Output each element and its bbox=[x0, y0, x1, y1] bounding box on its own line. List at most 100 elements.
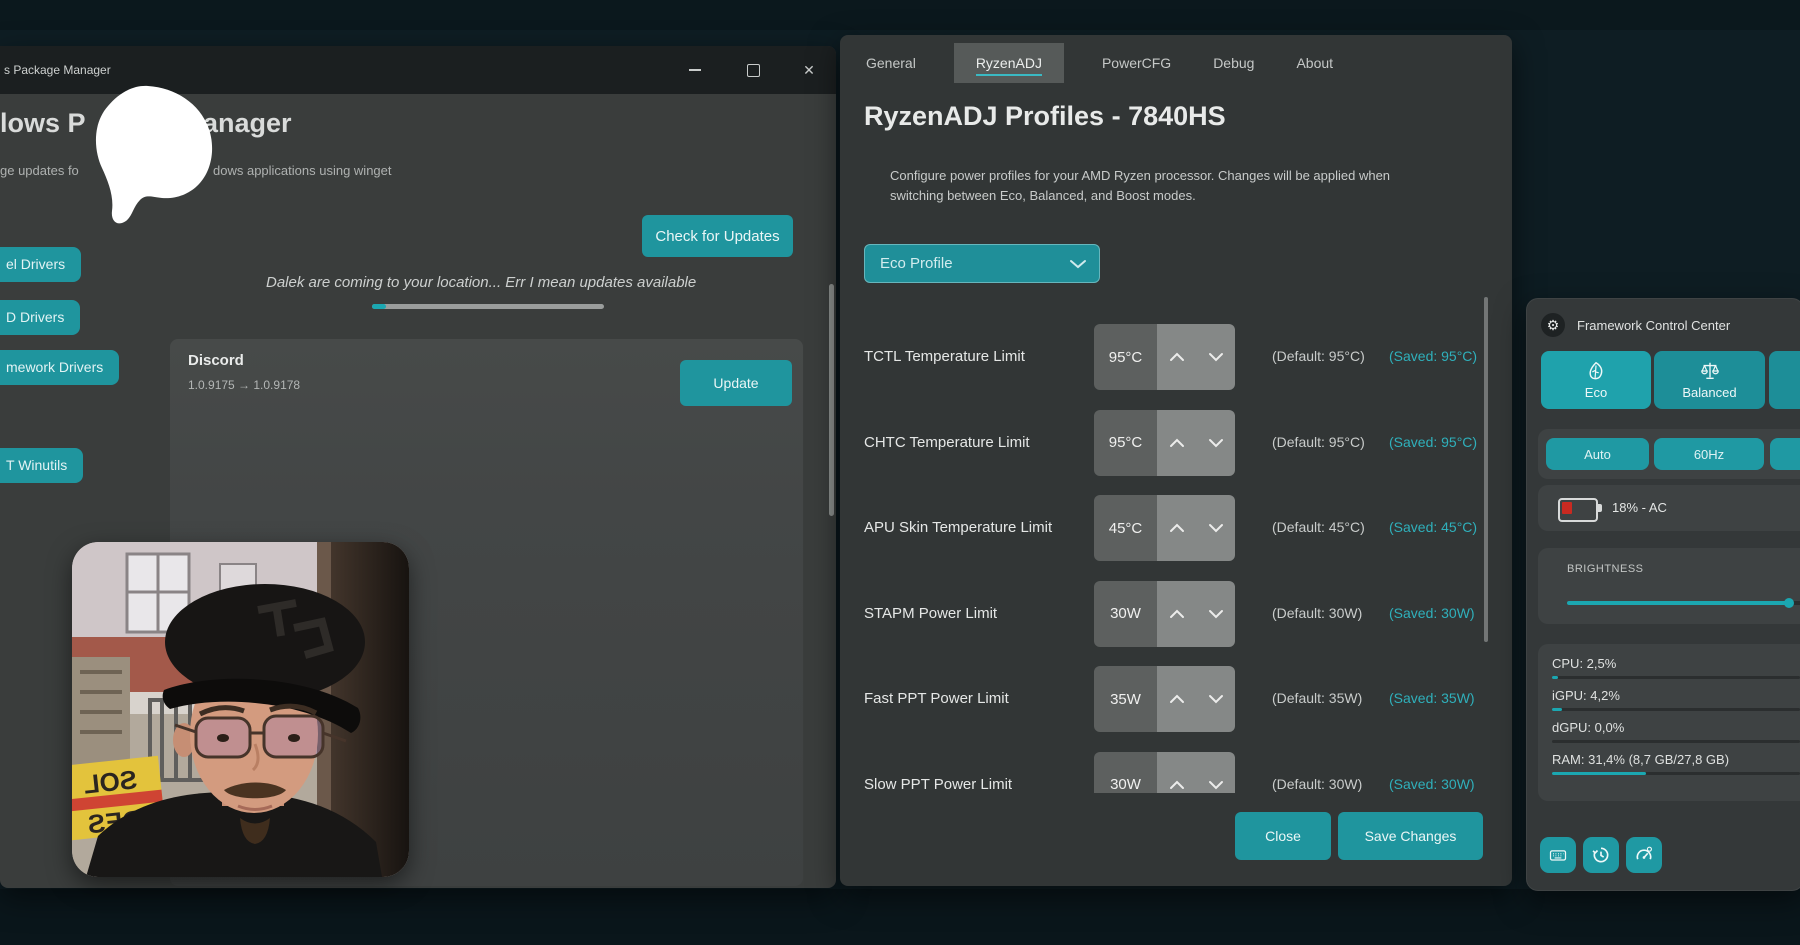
check-for-updates-button[interactable]: Check for Updates bbox=[642, 215, 793, 257]
settings-window: General RyzenADJ PowerCFG Debug About Ry… bbox=[840, 35, 1512, 886]
system-stat-label: iGPU: 4,2% bbox=[1552, 688, 1800, 703]
setting-saved-value: (Saved: 30W) bbox=[1389, 742, 1475, 794]
battery-status-text: 18% - AC bbox=[1612, 485, 1667, 531]
system-stat-label: RAM: 31,4% (8,7 GB/27,8 GB) bbox=[1552, 752, 1800, 767]
settings-tab[interactable]: RyzenADJ bbox=[954, 43, 1064, 83]
settings-scrollbar[interactable] bbox=[1484, 297, 1488, 642]
balanced-label: Balanced bbox=[1682, 385, 1736, 400]
setting-row: Slow PPT Power Limit 30W (Default: 30W) … bbox=[840, 742, 1490, 794]
brightness-slider[interactable] bbox=[1567, 601, 1800, 605]
package-version-change: 1.0.9175 → 1.0.9178 bbox=[188, 378, 300, 392]
chevron-up-icon bbox=[1169, 523, 1185, 533]
spinner-increase-button[interactable] bbox=[1157, 581, 1196, 647]
spinner-decrease-button[interactable] bbox=[1196, 410, 1235, 476]
settings-rows-viewport: TCTL Temperature Limit 95°C (Default: 95… bbox=[840, 314, 1490, 793]
keyboard-icon bbox=[1548, 845, 1568, 865]
value-spinner: 95°C bbox=[1094, 324, 1235, 390]
brightness-fill bbox=[1567, 601, 1789, 605]
settings-title: RyzenADJ Profiles - 7840HS bbox=[864, 101, 1226, 132]
system-stat-row: iGPU: 4,2% bbox=[1552, 688, 1800, 711]
brightness-slider-handle[interactable] bbox=[1784, 598, 1794, 608]
spinner-value: 45°C bbox=[1094, 495, 1157, 561]
update-package-button[interactable]: Update bbox=[680, 360, 792, 406]
settings-tab-label: RyzenADJ bbox=[976, 55, 1042, 76]
setting-saved-value: (Saved: 30W) bbox=[1389, 571, 1475, 657]
keyboard-settings-button[interactable] bbox=[1540, 837, 1576, 873]
value-spinner: 30W bbox=[1094, 752, 1235, 794]
close-window-button[interactable]: ✕ bbox=[792, 46, 826, 94]
setting-label: Fast PPT Power Limit bbox=[864, 656, 1009, 742]
settings-tab-label: About bbox=[1296, 55, 1333, 71]
spinner-decrease-button[interactable] bbox=[1196, 581, 1235, 647]
spinner-decrease-button[interactable] bbox=[1196, 666, 1235, 732]
side-nav-button[interactable]: el Drivers bbox=[0, 247, 81, 282]
setting-saved-value: (Saved: 95°C) bbox=[1389, 314, 1477, 400]
eco-label: Eco bbox=[1585, 385, 1607, 400]
settings-description: Configure power profiles for your AMD Ry… bbox=[890, 166, 1435, 206]
setting-row: CHTC Temperature Limit 95°C (Default: 95… bbox=[840, 400, 1490, 486]
profile-dropdown[interactable]: Eco Profile bbox=[864, 244, 1100, 283]
system-stat-fill bbox=[1552, 676, 1558, 679]
fcc-title: Framework Control Center bbox=[1577, 318, 1730, 333]
boost-mode-button-cutoff[interactable] bbox=[1769, 351, 1800, 409]
spinner-increase-button[interactable] bbox=[1157, 324, 1196, 390]
setting-label: STAPM Power Limit bbox=[864, 571, 997, 657]
chevron-up-icon bbox=[1169, 352, 1185, 362]
setting-saved-value: (Saved: 95°C) bbox=[1389, 400, 1477, 486]
settings-tab[interactable]: About bbox=[1292, 43, 1337, 83]
spinner-decrease-button[interactable] bbox=[1196, 324, 1235, 390]
desktop-bottom-band bbox=[0, 889, 1800, 945]
chevron-up-icon bbox=[1169, 438, 1185, 448]
leaf-icon bbox=[1585, 360, 1607, 382]
setting-label: CHTC Temperature Limit bbox=[864, 400, 1030, 486]
side-nav-button[interactable]: T Winutils bbox=[0, 448, 83, 483]
balanced-mode-button[interactable]: Balanced bbox=[1654, 351, 1765, 409]
settings-tab[interactable]: Debug bbox=[1209, 43, 1258, 83]
setting-row: TCTL Temperature Limit 95°C (Default: 95… bbox=[840, 314, 1490, 400]
spinner-value: 30W bbox=[1094, 752, 1157, 794]
close-button[interactable]: Close bbox=[1235, 812, 1331, 860]
save-changes-button[interactable]: Save Changes bbox=[1338, 812, 1483, 860]
settings-tab-label: Debug bbox=[1213, 55, 1254, 71]
value-spinner: 95°C bbox=[1094, 410, 1235, 476]
spinner-increase-button[interactable] bbox=[1157, 410, 1196, 476]
refresh-auto-button[interactable]: Auto bbox=[1546, 438, 1649, 470]
page-subtitle-right-part: dows applications using winget bbox=[213, 163, 392, 178]
setting-label: Slow PPT Power Limit bbox=[864, 742, 1012, 794]
spinner-increase-button[interactable] bbox=[1157, 495, 1196, 561]
system-stat-bar bbox=[1552, 708, 1800, 711]
page-title-left-part: lows P bbox=[0, 108, 86, 139]
side-nav-button[interactable]: D Drivers bbox=[0, 300, 80, 335]
side-nav-button[interactable]: mework Drivers bbox=[0, 350, 119, 385]
refresh-third-button-cutoff[interactable] bbox=[1770, 438, 1800, 470]
setting-default-value: (Default: 30W) bbox=[1272, 742, 1362, 794]
white-blob-sticker bbox=[78, 84, 218, 224]
svg-text:SOL: SOL bbox=[82, 764, 138, 799]
settings-tab-label: PowerCFG bbox=[1102, 55, 1171, 71]
refresh-60hz-button[interactable]: 60Hz bbox=[1654, 438, 1764, 470]
desktop-top-band bbox=[0, 0, 1800, 30]
settings-tab[interactable]: PowerCFG bbox=[1098, 43, 1175, 83]
value-spinner: 35W bbox=[1094, 666, 1235, 732]
spinner-decrease-button[interactable] bbox=[1196, 495, 1235, 561]
maximize-button[interactable] bbox=[736, 46, 770, 94]
spinner-value: 95°C bbox=[1094, 324, 1157, 390]
system-stat-label: CPU: 2,5% bbox=[1552, 656, 1800, 671]
spinner-increase-button[interactable] bbox=[1157, 666, 1196, 732]
side-nav-button-label: el Drivers bbox=[6, 256, 65, 272]
side-nav-button-label: T Winutils bbox=[6, 457, 67, 473]
scales-icon bbox=[1698, 360, 1722, 382]
webcam-overlay-photo: SOL DES bbox=[72, 542, 409, 877]
minimize-button[interactable] bbox=[678, 46, 712, 94]
spinner-increase-button[interactable] bbox=[1157, 752, 1196, 794]
eco-mode-button[interactable]: Eco bbox=[1541, 351, 1651, 409]
performance-gauge-button[interactable] bbox=[1626, 837, 1662, 873]
spinner-value: 35W bbox=[1094, 666, 1157, 732]
setting-row: STAPM Power Limit 30W (Default: 30W) (Sa… bbox=[840, 571, 1490, 657]
settings-tab-label: General bbox=[866, 55, 916, 71]
settings-tabs: General RyzenADJ PowerCFG Debug About bbox=[862, 40, 1337, 86]
history-restore-button[interactable] bbox=[1583, 837, 1619, 873]
package-manager-scrollbar[interactable] bbox=[829, 284, 834, 516]
settings-tab[interactable]: General bbox=[862, 43, 920, 83]
spinner-decrease-button[interactable] bbox=[1196, 752, 1235, 794]
